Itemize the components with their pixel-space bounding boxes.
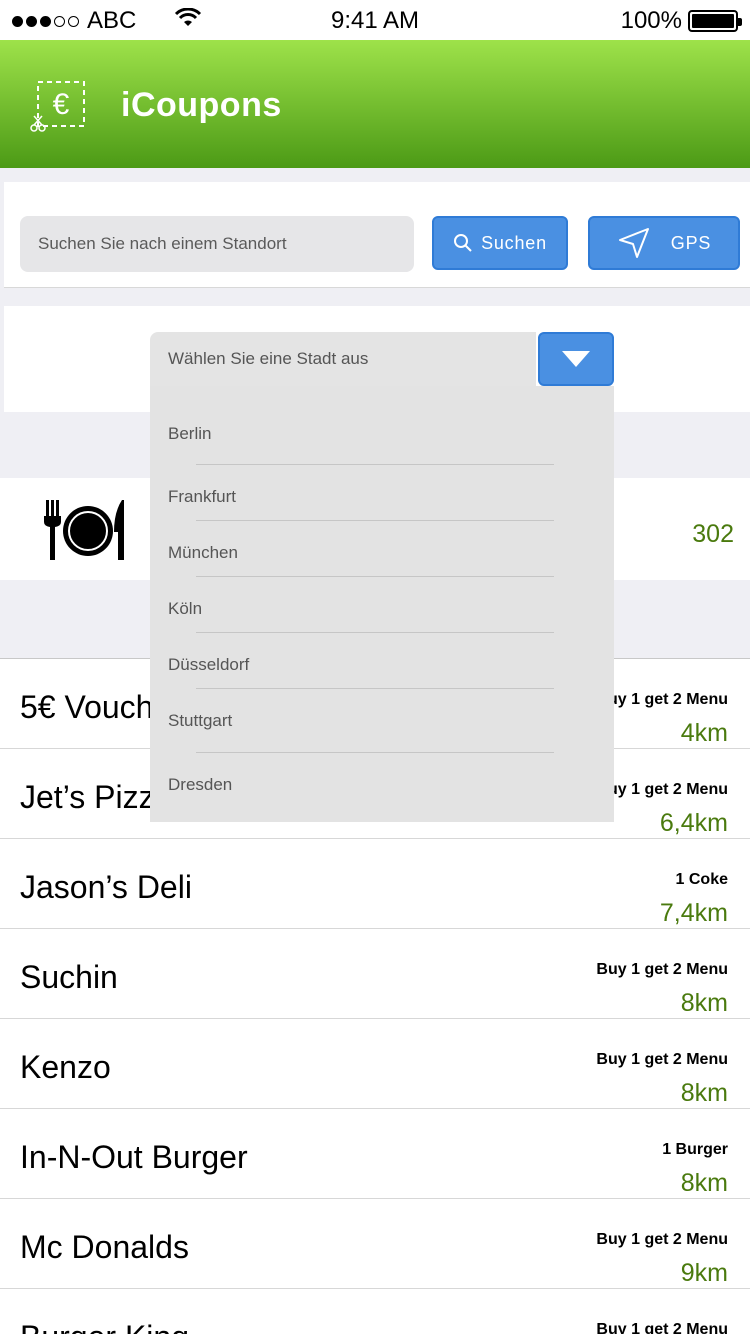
- location-search-panel: Suchen GPS: [4, 182, 750, 288]
- app-title: iCoupons: [121, 86, 282, 124]
- list-item[interactable]: Jason’s Deli 1 Coke 7,4km: [0, 838, 750, 928]
- item-name: Suchin: [20, 959, 118, 995]
- list-item[interactable]: Burger King Buy 1 get 2 Menu: [0, 1288, 750, 1334]
- item-distance: 8km: [680, 1079, 728, 1107]
- battery-info: 100%: [620, 7, 742, 35]
- item-distance: 4km: [680, 719, 728, 747]
- city-option-duesseldorf[interactable]: Düsseldorf: [168, 655, 249, 675]
- city-option-berlin[interactable]: Berlin: [168, 424, 211, 444]
- item-offer: Buy 1 get 2 Menu: [596, 1321, 728, 1334]
- coupon-logo-icon: €: [30, 81, 85, 132]
- city-dropdown-list: Berlin Frankfurt München Köln Düsseldorf…: [150, 386, 614, 822]
- city-option-stuttgart[interactable]: Stuttgart: [168, 711, 232, 731]
- app-screen: ABC 9:41 AM 100% € iCoupons Suchen Sie n…: [0, 0, 750, 1334]
- item-name: Burger King: [20, 1319, 189, 1334]
- battery-icon: [688, 10, 742, 32]
- category-count: 302: [692, 520, 734, 548]
- item-name: Kenzo: [20, 1049, 111, 1085]
- item-distance: 6,4km: [659, 809, 728, 837]
- item-name: Jet’s Pizz: [20, 779, 155, 815]
- divider: [196, 632, 554, 633]
- divider: [196, 520, 554, 521]
- city-select[interactable]: Wählen Sie eine Stadt aus: [150, 332, 536, 386]
- list-item[interactable]: Suchin Buy 1 get 2 Menu 8km: [0, 928, 750, 1018]
- item-offer: Buy 1 get 2 Menu: [596, 1231, 728, 1248]
- item-offer: Buy 1 get 2 Menu: [596, 691, 728, 708]
- gps-button[interactable]: GPS: [588, 216, 740, 270]
- item-offer: Buy 1 get 2 Menu: [596, 961, 728, 978]
- item-offer: 1 Coke: [675, 871, 728, 888]
- item-offer: Buy 1 get 2 Menu: [596, 781, 728, 798]
- list-item[interactable]: In-N-Out Burger 1 Burger 8km: [0, 1108, 750, 1198]
- list-item[interactable]: Kenzo Buy 1 get 2 Menu 8km: [0, 1018, 750, 1108]
- search-button-label: Suchen: [481, 232, 547, 253]
- item-distance: 8km: [680, 989, 728, 1017]
- divider: [196, 464, 554, 465]
- item-name: Jason’s Deli: [20, 869, 192, 905]
- search-button[interactable]: Suchen: [432, 216, 568, 270]
- location-search-input[interactable]: [20, 216, 414, 272]
- app-header: € iCoupons: [0, 40, 750, 168]
- item-name: Mc Donalds: [20, 1229, 189, 1265]
- city-option-muenchen[interactable]: München: [168, 543, 238, 563]
- divider: [196, 576, 554, 577]
- divider: [196, 688, 554, 689]
- city-dropdown-button[interactable]: [538, 332, 614, 386]
- city-option-dresden[interactable]: Dresden: [168, 775, 232, 795]
- item-name: In-N-Out Burger: [20, 1139, 248, 1175]
- list-item[interactable]: Mc Donalds Buy 1 get 2 Menu 9km: [0, 1198, 750, 1288]
- battery-percent: 100%: [620, 7, 682, 34]
- status-bar: ABC 9:41 AM 100%: [0, 0, 750, 40]
- city-option-frankfurt[interactable]: Frankfurt: [168, 487, 236, 507]
- divider: [196, 752, 554, 753]
- location-arrow-icon: [618, 228, 649, 258]
- item-distance: 9km: [680, 1259, 728, 1287]
- caret-down-icon: [562, 351, 590, 367]
- plate-cutlery-icon: [44, 500, 124, 560]
- city-option-koeln[interactable]: Köln: [168, 599, 202, 619]
- item-name: 5€ Vouch: [20, 689, 154, 725]
- item-distance: 8km: [680, 1169, 728, 1197]
- item-offer: Buy 1 get 2 Menu: [596, 1051, 728, 1068]
- gps-button-label: GPS: [670, 232, 712, 253]
- item-offer: 1 Burger: [662, 1141, 728, 1158]
- svg-text:€: €: [53, 88, 70, 121]
- item-distance: 7,4km: [659, 899, 728, 927]
- search-icon: [454, 234, 472, 252]
